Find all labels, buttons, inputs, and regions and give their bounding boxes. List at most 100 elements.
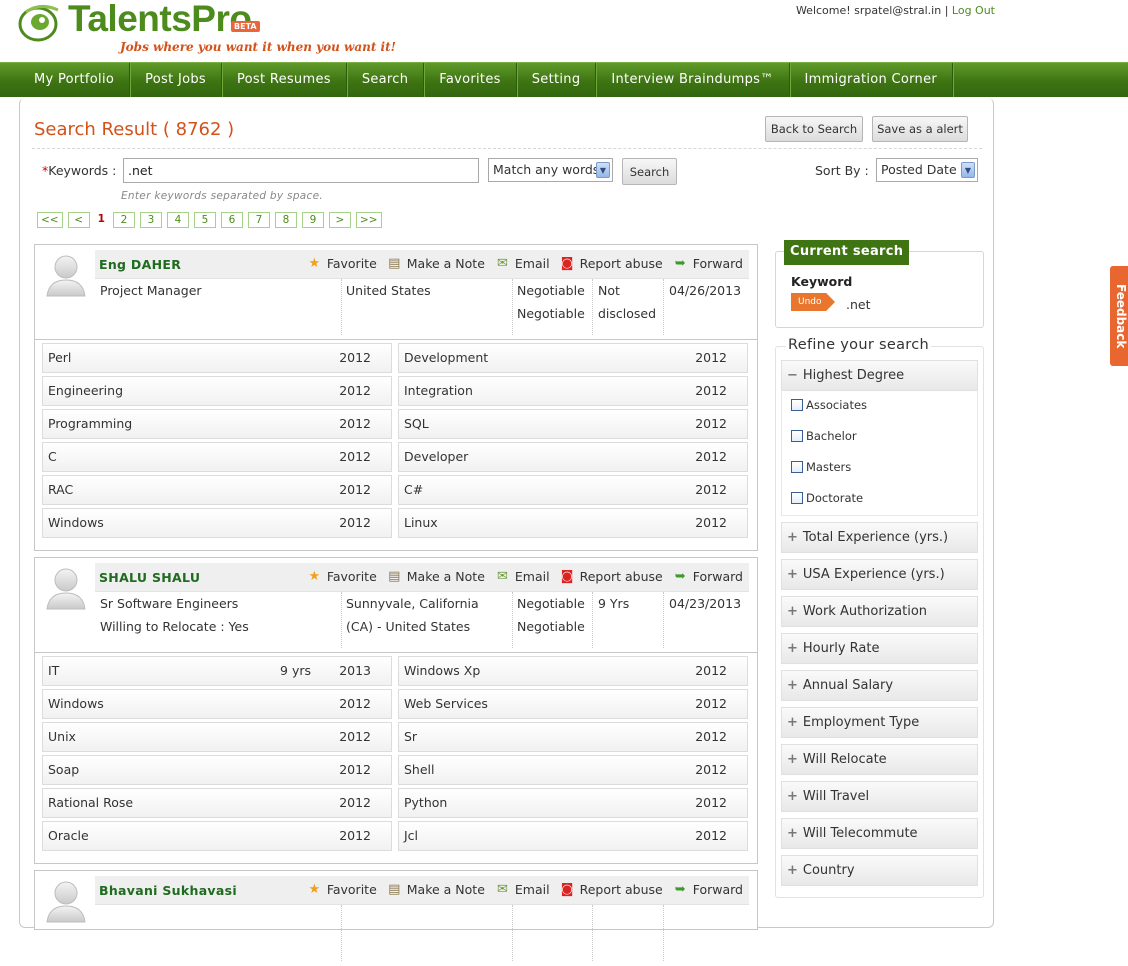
filter-hourly-rate[interactable]: + Hourly Rate — [781, 633, 978, 664]
page-link[interactable]: 8 — [274, 212, 297, 228]
filter-will-relocate[interactable]: + Will Relocate — [781, 744, 978, 775]
filter-will-telecommute[interactable]: + Will Telecommute — [781, 818, 978, 849]
star-icon: ★ — [308, 256, 321, 271]
brand-name[interactable]: TalentsPro — [68, 0, 252, 40]
candidate-location-cell: Sunnyvale, California (CA) - United State… — [346, 592, 479, 638]
skill-year: 2012 — [695, 795, 727, 810]
candidate-rate-2: Negotiable — [517, 306, 585, 321]
degree-associates-checkbox[interactable]: Associates — [791, 398, 867, 412]
make-note-action[interactable]: ▤ Make a Note — [387, 256, 485, 271]
match-mode-select[interactable]: Match any words ▼ — [488, 158, 613, 182]
forward-action[interactable]: ➥ Forward — [673, 882, 743, 897]
filter-will-travel[interactable]: + Will Travel — [781, 781, 978, 812]
feedback-tab[interactable]: Feedback — [1110, 266, 1128, 366]
back-to-search-button[interactable]: Back to Search — [765, 116, 863, 142]
expand-icon: + — [787, 567, 798, 582]
expand-icon: + — [787, 863, 798, 878]
nav-post-resumes[interactable]: Post Resumes — [222, 63, 347, 97]
skill-year: 2012 — [339, 416, 371, 431]
candidate-rate: Negotiable — [517, 596, 585, 611]
expand-icon: + — [787, 826, 798, 841]
skill-cell: Windows 2012 — [42, 508, 392, 538]
current-search-title: Current search — [784, 240, 910, 265]
keywords-input[interactable]: .net — [123, 158, 479, 183]
make-note-action[interactable]: ▤ Make a Note — [387, 882, 485, 897]
skill-name: Web Services — [404, 696, 488, 711]
page-link[interactable]: >> — [355, 212, 382, 228]
logout-link[interactable]: Log Out — [952, 4, 995, 17]
candidate-title: Project Manager — [100, 283, 202, 298]
candidate-header: SHALU SHALU ★ Favorite ▤ Make a Note ✉ Emai… — [35, 558, 757, 653]
candidate-name[interactable]: SHALU SHALU — [99, 570, 200, 585]
filter-total-experience-yrs[interactable]: + Total Experience (yrs.) — [781, 522, 978, 553]
envelope-icon: ✉ — [496, 256, 508, 271]
candidate-experience: Not — [598, 283, 620, 298]
skill-cell: Engineering 2012 — [42, 376, 392, 406]
nav-post-jobs[interactable]: Post Jobs — [130, 63, 222, 97]
result-card: Eng DAHER ★ Favorite ▤ Make a Note ✉ Email … — [34, 244, 758, 551]
page-link[interactable]: 4 — [166, 212, 189, 228]
nav-my-portfolio[interactable]: My Portfolio — [0, 63, 131, 97]
page-link[interactable]: < — [67, 212, 90, 228]
forward-label: Forward — [692, 256, 743, 271]
skill-name: Unix — [48, 729, 76, 744]
note-icon: ▤ — [388, 256, 401, 271]
undo-keyword-button[interactable]: Undo — [791, 293, 835, 311]
cell-divider — [592, 279, 593, 335]
favorite-action[interactable]: ★ Favorite — [307, 882, 376, 897]
email-action[interactable]: ✉ Email — [495, 882, 550, 897]
checkbox-label: Bachelor — [806, 429, 857, 443]
skill-year: 2012 — [695, 828, 727, 843]
email-action[interactable]: ✉ Email — [495, 569, 550, 584]
page-link[interactable]: 2 — [112, 212, 135, 228]
page-link[interactable]: 5 — [193, 212, 216, 228]
skill-year: 2012 — [695, 663, 727, 678]
search-button[interactable]: Search — [622, 158, 677, 185]
page-link[interactable]: 9 — [301, 212, 324, 228]
save-alert-button[interactable]: Save as a alert — [872, 116, 968, 142]
candidate-name[interactable]: Eng DAHER — [99, 257, 181, 272]
forward-arrow-icon: ➥ — [674, 882, 686, 897]
page-link[interactable]: 1 — [95, 212, 108, 228]
page-link[interactable]: << — [37, 212, 63, 228]
page-link[interactable]: > — [328, 212, 351, 228]
degree-bachelor-checkbox[interactable]: Bachelor — [791, 429, 857, 443]
report-abuse-action[interactable]: ◙ Report abuse — [560, 256, 663, 271]
report-abuse-action[interactable]: ◙ Report abuse — [560, 569, 663, 584]
filter-annual-salary[interactable]: + Annual Salary — [781, 670, 978, 701]
nav-interview-braindumps[interactable]: Interview Braindumps™ — [596, 63, 790, 97]
nav-favorites[interactable]: Favorites — [424, 63, 517, 97]
candidate-header: Eng DAHER ★ Favorite ▤ Make a Note ✉ Email … — [35, 245, 757, 340]
degree-doctorate-checkbox[interactable]: Doctorate — [791, 491, 863, 505]
nav-search[interactable]: Search — [347, 63, 425, 97]
make-note-action[interactable]: ▤ Make a Note — [387, 569, 485, 584]
forward-action[interactable]: ➥ Forward — [673, 569, 743, 584]
favorite-action[interactable]: ★ Favorite — [307, 569, 376, 584]
filter-employment-type[interactable]: + Employment Type — [781, 707, 978, 738]
page-link[interactable]: 7 — [247, 212, 270, 228]
favorite-action[interactable]: ★ Favorite — [307, 256, 376, 271]
cell-divider — [592, 905, 593, 961]
email-action[interactable]: ✉ Email — [495, 256, 550, 271]
candidate-rate-cell: Negotiable Negotiable — [517, 592, 585, 638]
page-link[interactable]: 6 — [220, 212, 243, 228]
report-abuse-action[interactable]: ◙ Report abuse — [560, 882, 663, 897]
candidate-header: Bhavani Sukhavasi ★ Favorite ▤ Make a Note… — [35, 871, 757, 966]
degree-masters-checkbox[interactable]: Masters — [791, 460, 851, 474]
nav-immigration-corner[interactable]: Immigration Corner — [790, 63, 954, 97]
skill-name: Engineering — [48, 383, 123, 398]
filter-usa-experience-yrs[interactable]: + USA Experience (yrs.) — [781, 559, 978, 590]
skill-year: 2012 — [695, 350, 727, 365]
candidate-actions: ★ Favorite ▤ Make a Note ✉ Email ◙ Report ab… — [307, 256, 743, 271]
filter-country[interactable]: + Country — [781, 855, 978, 886]
candidate-name[interactable]: Bhavani Sukhavasi — [99, 883, 237, 898]
filter-work-authorization[interactable]: + Work Authorization — [781, 596, 978, 627]
filter-highest-degree[interactable]: − Highest Degree — [781, 360, 978, 391]
skill-cell: Integration 2012 — [398, 376, 748, 406]
candidate-experience-line2: disclosed — [598, 306, 657, 321]
sort-select[interactable]: Posted Date ▼ — [876, 158, 978, 182]
sort-value: Posted Date — [881, 162, 957, 177]
page-link[interactable]: 3 — [139, 212, 162, 228]
nav-setting[interactable]: Setting — [517, 63, 597, 97]
forward-action[interactable]: ➥ Forward — [673, 256, 743, 271]
